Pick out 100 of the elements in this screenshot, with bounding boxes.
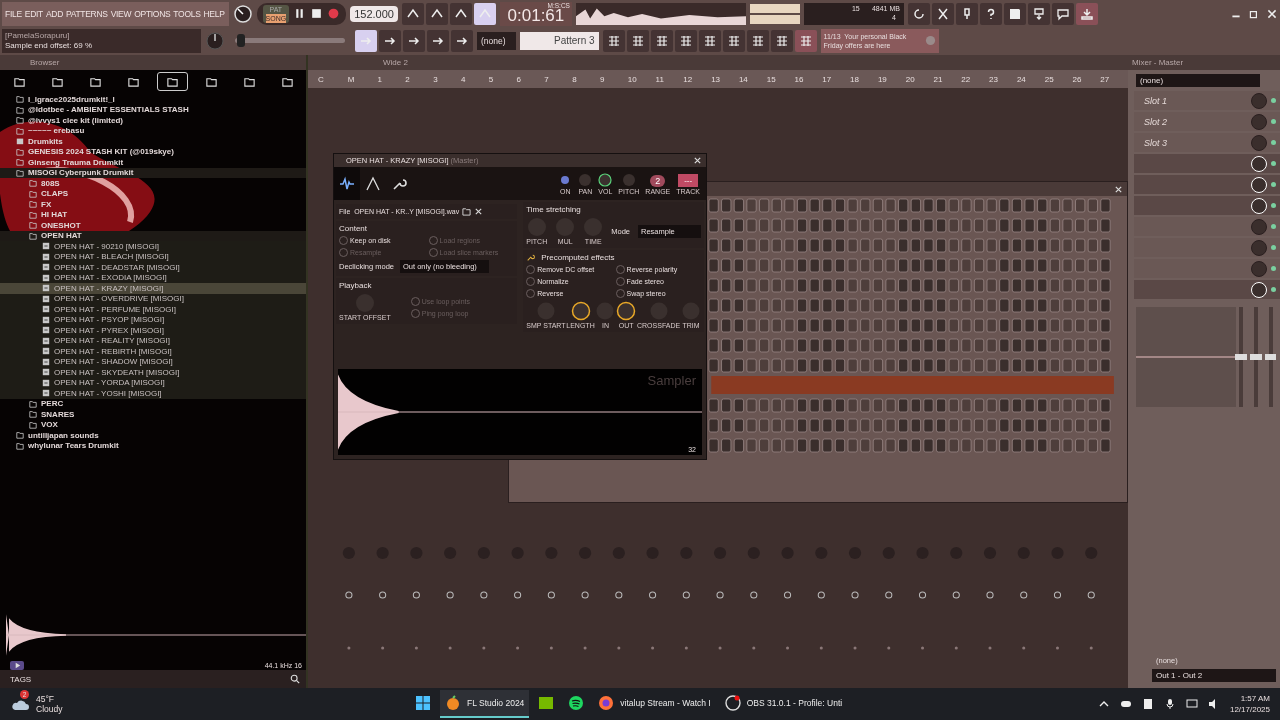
browser-item[interactable]: SNARES: [0, 409, 306, 420]
step-button[interactable]: [986, 298, 997, 313]
step-button[interactable]: [1024, 278, 1035, 293]
step-button[interactable]: [1062, 318, 1073, 333]
step-button[interactable]: [910, 298, 921, 313]
step-button[interactable]: [733, 258, 744, 273]
master-pitch-knob[interactable]: [205, 30, 225, 51]
step-button[interactable]: [1075, 398, 1086, 413]
close-icon[interactable]: [1266, 7, 1278, 20]
step-button[interactable]: [936, 438, 947, 453]
step-button[interactable]: [1087, 338, 1098, 353]
step-button[interactable]: [1037, 318, 1048, 333]
effect-slot[interactable]: [1134, 196, 1280, 215]
step-button[interactable]: [809, 238, 820, 253]
toolbar-button[interactable]: [1075, 2, 1098, 25]
step-button[interactable]: [708, 278, 719, 293]
menu-item[interactable]: VIEW: [110, 8, 132, 19]
step-button[interactable]: [1011, 298, 1023, 313]
step-button[interactable]: [923, 218, 934, 233]
step-button[interactable]: [809, 298, 820, 313]
step-button[interactable]: [1075, 258, 1086, 273]
step-button[interactable]: [759, 238, 770, 253]
step-button[interactable]: [771, 438, 782, 453]
toolbar-button[interactable]: [979, 2, 1002, 25]
step-button[interactable]: [1075, 438, 1086, 453]
effect-slot[interactable]: [1134, 175, 1280, 194]
monitor-icon[interactable]: [1185, 698, 1198, 710]
step-button[interactable]: [923, 278, 934, 293]
step-button[interactable]: [721, 278, 732, 293]
play-icon[interactable]: [10, 660, 24, 670]
toolbar-button[interactable]: [449, 2, 472, 25]
step-button[interactable]: [872, 338, 883, 353]
step-button[interactable]: [784, 258, 795, 273]
step-button[interactable]: [1075, 318, 1086, 333]
browser-item[interactable]: Drumkits: [0, 136, 306, 147]
pattern-selector[interactable]: Pattern 3: [519, 31, 599, 50]
step-button[interactable]: [1087, 438, 1098, 453]
step-button[interactable]: [1024, 338, 1035, 353]
step-button[interactable]: [1075, 198, 1086, 213]
step-button[interactable]: [999, 238, 1010, 253]
step-button[interactable]: [771, 258, 782, 273]
step-button[interactable]: [923, 418, 934, 433]
step-button[interactable]: [860, 438, 871, 453]
step-button[interactable]: [885, 218, 896, 233]
step-button[interactable]: [822, 258, 833, 273]
toolbar-button[interactable]: [650, 29, 673, 52]
toolbar-button[interactable]: [473, 2, 496, 25]
step-button[interactable]: [872, 358, 883, 373]
step-button[interactable]: [721, 318, 732, 333]
toolbar-button[interactable]: [722, 29, 745, 52]
microphone-icon[interactable]: [1163, 698, 1176, 710]
tempo-field[interactable]: 152.000: [350, 5, 398, 22]
step-button[interactable]: [834, 278, 846, 293]
step-button[interactable]: [721, 218, 732, 233]
step-button[interactable]: [936, 258, 947, 273]
step-button[interactable]: [746, 418, 757, 433]
step-button[interactable]: [834, 318, 846, 333]
step-button[interactable]: [708, 218, 719, 233]
step-button[interactable]: [986, 438, 997, 453]
step-button[interactable]: [771, 318, 782, 333]
step-button[interactable]: [961, 238, 972, 253]
step-button[interactable]: [885, 258, 896, 273]
step-button[interactable]: [885, 318, 896, 333]
step-button[interactable]: [936, 278, 947, 293]
step-button[interactable]: [847, 418, 858, 433]
step-button[interactable]: [872, 298, 883, 313]
step-button[interactable]: [1100, 238, 1111, 253]
step-button[interactable]: [721, 238, 732, 253]
step-button[interactable]: [923, 298, 934, 313]
step-button[interactable]: [910, 198, 921, 213]
preset-dropdown[interactable]: (none): [477, 31, 516, 50]
stop-icon[interactable]: [310, 7, 324, 20]
step-button[interactable]: [847, 218, 858, 233]
step-button[interactable]: [948, 418, 959, 433]
step-button[interactable]: [923, 338, 934, 353]
step-button[interactable]: [771, 218, 782, 233]
toolbar-button[interactable]: [451, 29, 473, 52]
step-button[interactable]: [974, 198, 985, 213]
step-button[interactable]: [746, 438, 757, 453]
step-button[interactable]: [847, 438, 858, 453]
step-button[interactable]: [797, 338, 808, 353]
step-button[interactable]: [809, 398, 820, 413]
effect-slot[interactable]: Slot 1: [1134, 91, 1280, 110]
step-button[interactable]: [1024, 318, 1035, 333]
step-button[interactable]: [898, 258, 909, 273]
step-button[interactable]: [885, 278, 896, 293]
toolbar-button[interactable]: [794, 29, 817, 52]
step-button[interactable]: [822, 318, 833, 333]
step-button[interactable]: [898, 298, 909, 313]
step-button[interactable]: [822, 338, 833, 353]
browser-item[interactable]: OPEN HAT - REBIRTH [MISOGI]: [0, 346, 306, 357]
step-button[interactable]: [759, 278, 770, 293]
step-button[interactable]: [1100, 218, 1111, 233]
browser-item[interactable]: OPEN HAT - BLEACH [MISOGI]: [0, 251, 306, 262]
step-button[interactable]: [974, 218, 985, 233]
step-button[interactable]: [1100, 398, 1111, 413]
step-button[interactable]: [1087, 198, 1098, 213]
step-button[interactable]: [733, 358, 744, 373]
step-button[interactable]: [847, 338, 858, 353]
step-button[interactable]: [872, 418, 883, 433]
